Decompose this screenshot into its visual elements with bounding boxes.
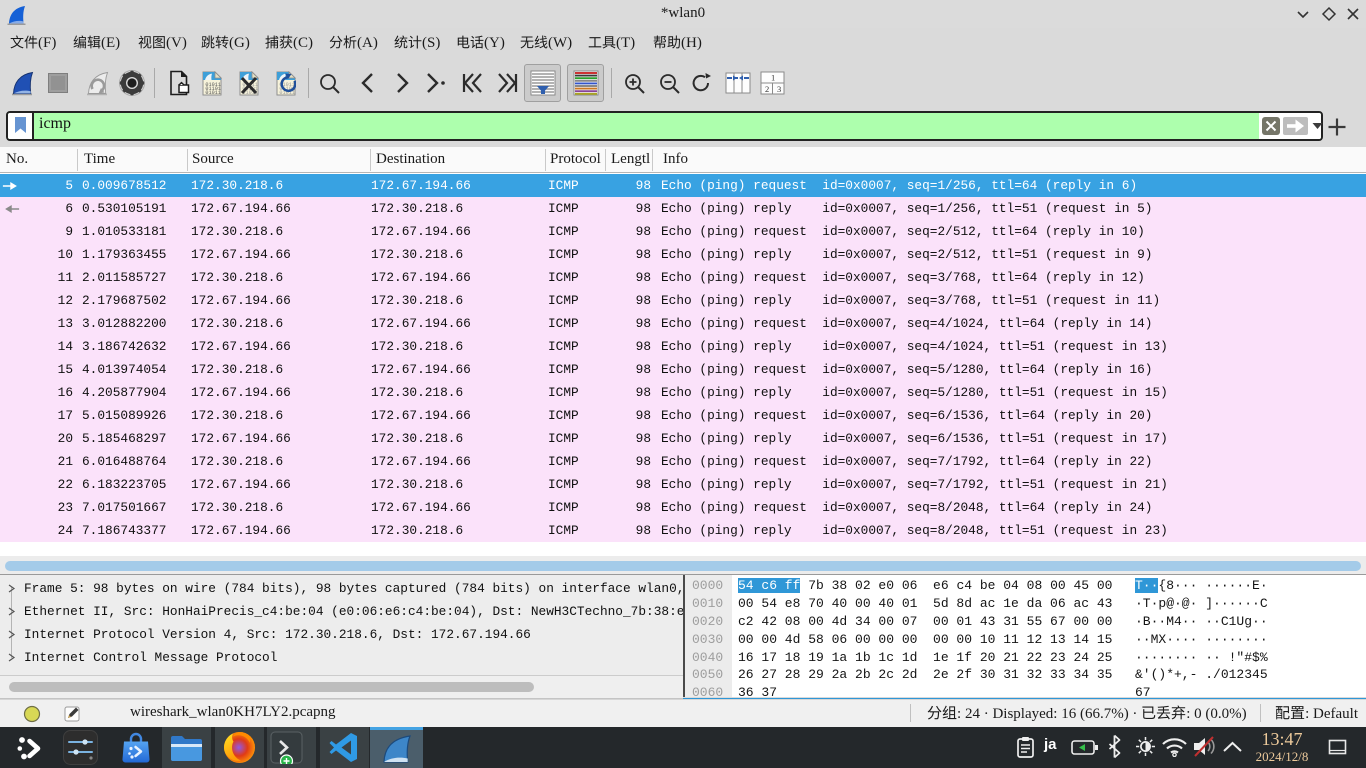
svg-text:3: 3 <box>777 84 781 94</box>
svg-text:1: 1 <box>771 73 775 83</box>
svg-text:2: 2 <box>765 84 769 94</box>
svg-text:01011: 01011 <box>205 90 221 96</box>
